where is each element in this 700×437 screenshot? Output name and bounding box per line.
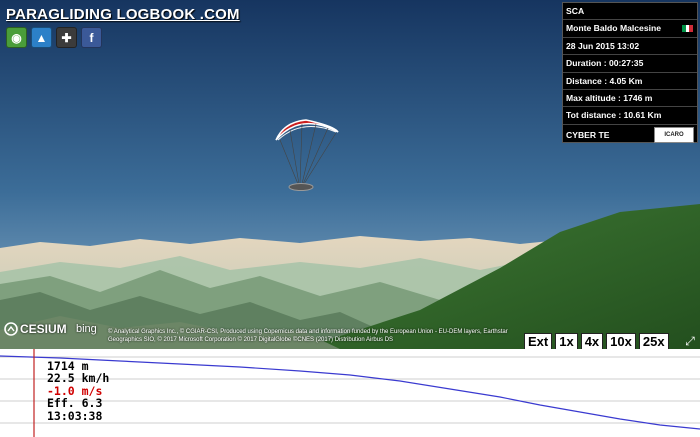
current-time: 13:03:38 xyxy=(47,408,103,423)
flight-datetime: 28 Jun 2015 13:02 xyxy=(563,38,697,56)
flight-distance: Distance : 4.05 Km xyxy=(563,73,697,90)
total-distance: Tot distance : 10.61 Km xyxy=(563,107,697,125)
current-efficiency: Eff. 6.3 xyxy=(47,396,103,411)
cesium-icon xyxy=(4,322,18,336)
cesium-label: CESIUM xyxy=(20,322,67,336)
fullscreen-icon[interactable]: ⤢ xyxy=(683,333,697,349)
live-readout: 1714 m 22.5 km/h -1.0 m/s Eff. 6.3 13:03… xyxy=(47,360,109,422)
pilot-name: SCA xyxy=(563,3,697,21)
bing-logo[interactable]: bing xyxy=(76,323,97,335)
bing-label: bing xyxy=(76,323,97,335)
google-earth-icon[interactable]: ◉ xyxy=(6,27,27,48)
share-toolbar: ◉ ▲ ✚ f xyxy=(6,27,102,48)
facebook-icon[interactable]: f xyxy=(81,27,102,48)
google-maps-3d-icon[interactable]: ▲ xyxy=(31,27,52,48)
italy-flag-icon xyxy=(682,25,694,33)
gamepad-icon[interactable]: ✚ xyxy=(56,27,77,48)
wing-row: CYBER TE ICARO xyxy=(563,125,697,145)
flight-info-panel: SCA Monte Baldo Malcesine 28 Jun 2015 13… xyxy=(562,2,698,143)
site-row: Monte Baldo Malcesine xyxy=(563,20,697,38)
max-altitude: Max altitude : 1746 m xyxy=(563,90,697,108)
site-name: Monte Baldo Malcesine xyxy=(566,23,662,34)
current-speed: 22.5 km/h xyxy=(47,371,110,386)
cesium-logo[interactable]: CESIUM xyxy=(4,322,67,336)
map-credits[interactable]: © Analytical Graphics Inc., © CGIAR-CSI,… xyxy=(108,328,528,344)
flight-duration: Duration : 00:27:35 xyxy=(563,55,697,73)
wing-model: CYBER TE xyxy=(566,129,610,140)
wing-brand-logo: ICARO xyxy=(654,126,694,143)
site-brand-link[interactable]: PARAGLIDING LOGBOOK .COM xyxy=(6,6,240,23)
